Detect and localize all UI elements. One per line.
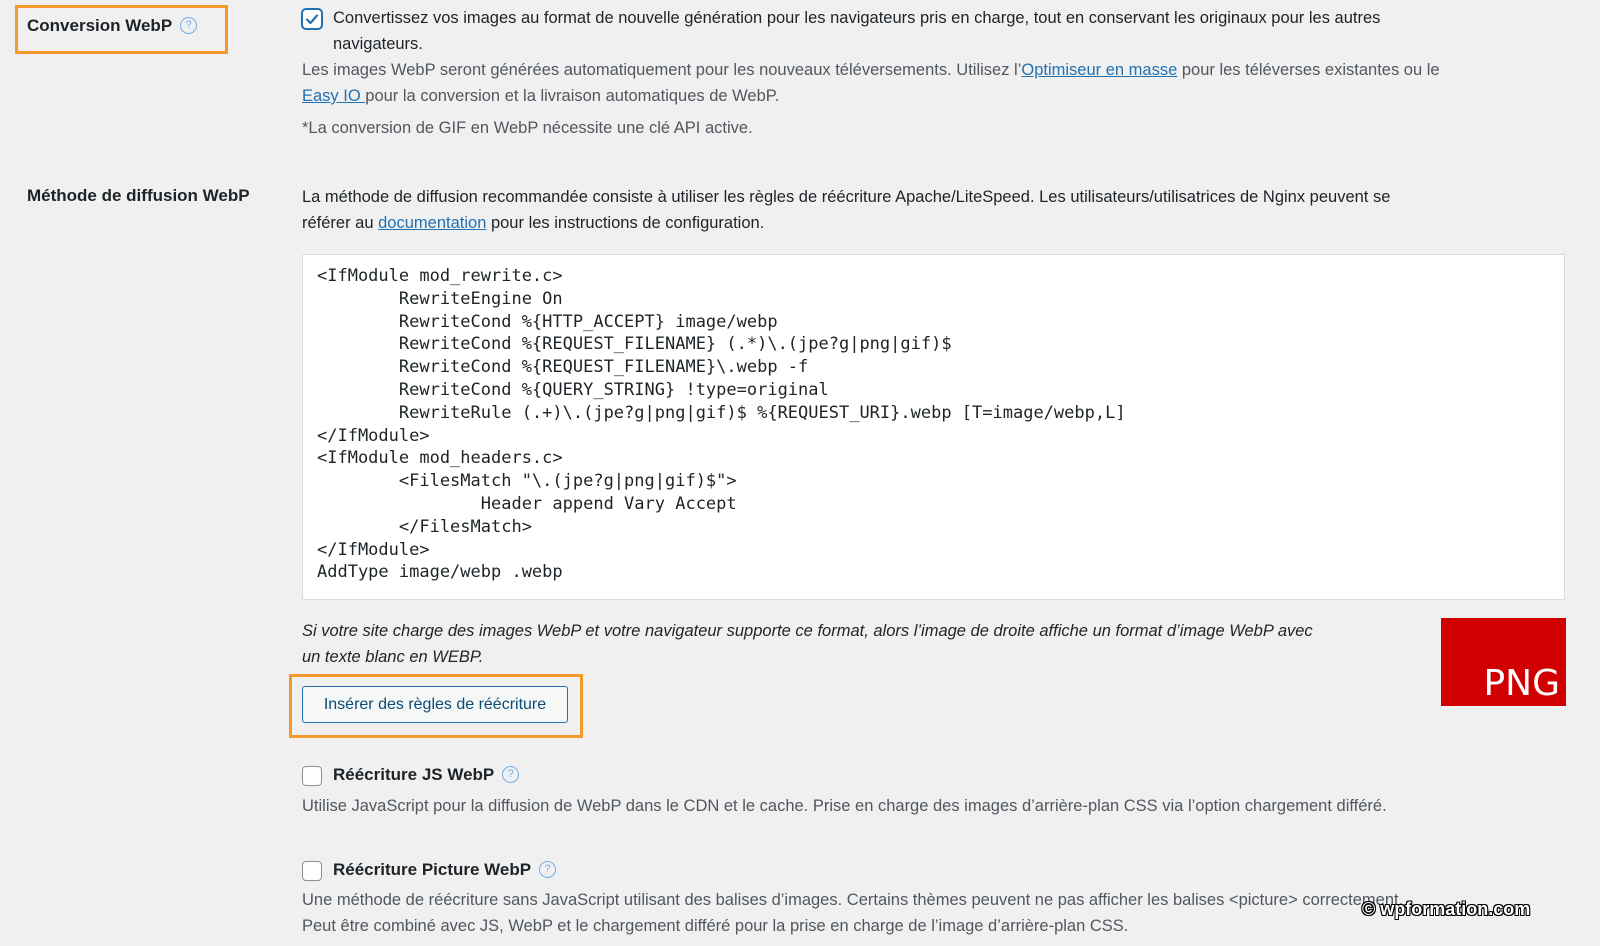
bulk-optimizer-link[interactable]: Optimiseur en masse: [1021, 61, 1177, 79]
js-rewrite-checkbox[interactable]: [302, 766, 322, 786]
webp-test-image: PNG: [1441, 618, 1566, 706]
picture-rewrite-checkbox[interactable]: [302, 861, 322, 881]
watermark: © wpformation.com: [1362, 899, 1531, 919]
checkmark-icon: [305, 14, 319, 25]
picture-rewrite-label[interactable]: Réécriture Picture WebP?: [333, 860, 557, 880]
code-line: RewriteEngine On: [317, 288, 563, 309]
code-line: RewriteCond %{QUERY_STRING} !type=origin…: [317, 380, 829, 400]
code-line: </IfModule>: [317, 425, 430, 446]
webp-test-note: Si votre site charge des images WebP et …: [302, 622, 1313, 666]
documentation-link[interactable]: documentation: [378, 214, 486, 232]
help-icon[interactable]: ?: [539, 861, 557, 878]
code-line: RewriteCond %{REQUEST_FILENAME} (.*)\.(j…: [317, 334, 952, 355]
code-line: <IfModule mod_rewrite.c>: [317, 266, 563, 286]
js-rewrite-description: Utilise JavaScript pour la diffusion de …: [302, 797, 1387, 815]
code-line: Header append Vary Accept: [317, 494, 737, 514]
webp-delivery-intro: La méthode de diffusion recommandée cons…: [302, 188, 1391, 232]
insert-rewrite-rules-button[interactable]: Insérer des règles de réécriture: [302, 686, 568, 723]
gif-conversion-note: *La conversion de GIF en WebP nécessite …: [302, 119, 753, 137]
code-line: <FilesMatch "\.(jpe?g|png|gif)$">: [317, 471, 737, 492]
help-icon[interactable]: ?: [502, 766, 520, 783]
webp-conversion-checkbox[interactable]: [302, 9, 322, 29]
webp-conversion-label: Conversion WebP?: [27, 16, 198, 36]
webp-conversion-description: Les images WebP seront générées automati…: [302, 61, 1440, 105]
code-line: RewriteRule (.+)\.(jpe?g|png|gif)$ %{REQ…: [317, 402, 1126, 423]
code-line: AddType image/webp .webp: [317, 562, 563, 583]
js-rewrite-label[interactable]: Réécriture JS WebP?: [333, 765, 520, 785]
code-line: RewriteCond %{HTTP_ACCEPT} image/webp: [317, 311, 778, 332]
code-line: <IfModule mod_headers.c>: [317, 448, 563, 469]
picture-rewrite-description: Une méthode de réécriture sans JavaScrip…: [302, 891, 1404, 935]
webp-delivery-label: Méthode de diffusion WebP: [27, 186, 250, 205]
webp-conversion-checkbox-label: Convertissez vos images au format de nou…: [333, 9, 1381, 53]
rewrite-rules-code-block[interactable]: <IfModule mod_rewrite.c> RewriteEngine O…: [302, 254, 1565, 600]
code-line: RewriteCond %{REQUEST_FILENAME}\.webp -f: [317, 357, 809, 378]
code-line: </IfModule>: [317, 539, 430, 560]
test-image-text: PNG: [1483, 663, 1560, 704]
easy-io-link[interactable]: Easy IO: [302, 87, 365, 105]
help-icon[interactable]: ?: [180, 17, 198, 34]
code-line: </FilesMatch>: [317, 516, 532, 537]
